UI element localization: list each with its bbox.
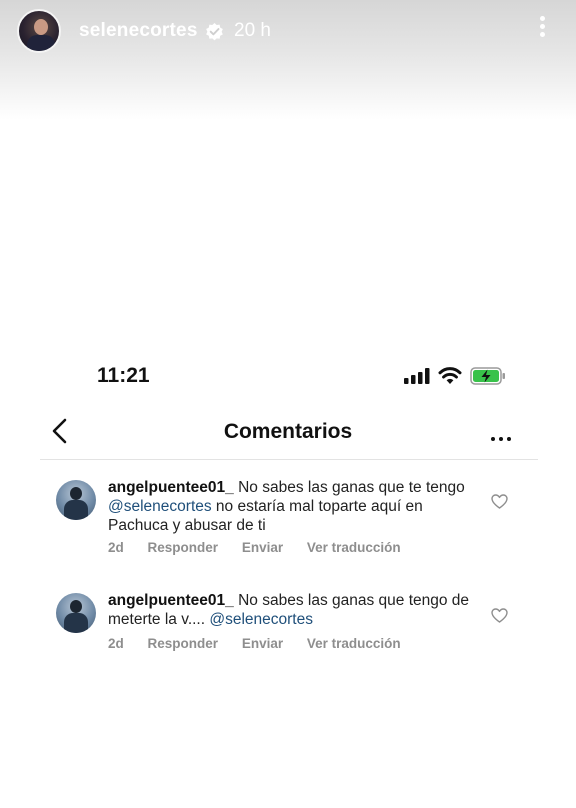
story-avatar[interactable] (17, 9, 61, 53)
comment-time: 2d (108, 636, 124, 651)
reply-button[interactable]: Responder (148, 540, 219, 555)
comment-username[interactable]: angelpuentee01_ (108, 592, 234, 609)
comment-time: 2d (108, 540, 124, 555)
wifi-icon (438, 367, 462, 384)
header-divider (40, 459, 538, 460)
comment-actions: 2d Responder Enviar Ver traducción (108, 636, 421, 651)
comment-actions: 2d Responder Enviar Ver traducción (108, 540, 421, 555)
like-heart-icon[interactable] (491, 494, 508, 509)
comment-body: No sabes las ganas que te tengo (238, 479, 465, 496)
more-options-icon[interactable] (536, 16, 548, 42)
battery-charging-icon (470, 367, 505, 385)
avatar-body (27, 35, 55, 51)
more-options-icon[interactable] (491, 428, 515, 441)
see-translation-button[interactable]: Ver traducción (307, 636, 401, 651)
story-timestamp: 20 h (234, 20, 271, 41)
avatar-face (34, 19, 48, 35)
status-bar-time: 11:21 (97, 364, 150, 387)
cellular-signal-icon (404, 368, 430, 384)
commenter-avatar[interactable] (56, 480, 96, 520)
comment-mention[interactable]: @selenecortes (209, 611, 313, 628)
send-button[interactable]: Enviar (242, 636, 283, 651)
send-button[interactable]: Enviar (242, 540, 283, 555)
story-header: selenecortes 20 h (0, 0, 576, 120)
comment-text: angelpuentee01_ No sabes las ganas que t… (108, 591, 478, 629)
comment-mention[interactable]: @selenecortes (108, 498, 212, 515)
story-username[interactable]: selenecortes (79, 20, 198, 42)
comment-username[interactable]: angelpuentee01_ (108, 479, 234, 496)
commenter-avatar[interactable] (56, 593, 96, 633)
verified-badge-icon (206, 22, 223, 41)
reply-button[interactable]: Responder (148, 636, 219, 651)
page-title: Comentarios (223, 420, 353, 443)
like-heart-icon[interactable] (491, 608, 508, 623)
comment-text: angelpuentee01_ No sabes las ganas que t… (108, 478, 478, 535)
see-translation-button[interactable]: Ver traducción (307, 540, 401, 555)
